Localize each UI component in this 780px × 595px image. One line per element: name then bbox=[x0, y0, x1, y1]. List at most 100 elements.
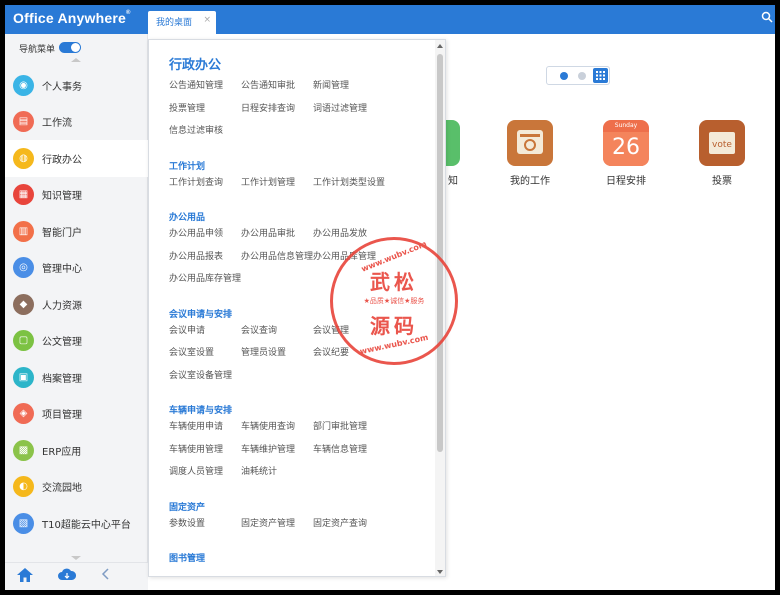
office-icon: ◍ bbox=[13, 147, 34, 169]
submenu-link[interactable]: 办公用品信息管理 bbox=[241, 249, 313, 272]
tab-label: 我的桌面 bbox=[156, 18, 193, 28]
search-icon[interactable] bbox=[761, 11, 773, 26]
home-icon[interactable] bbox=[17, 568, 33, 586]
sidebar-item-label: 公文管理 bbox=[42, 337, 82, 349]
sidebar-item[interactable]: ▢ 公文管理 bbox=[5, 323, 148, 360]
sidebar-item-label: 交流园地 bbox=[42, 483, 82, 495]
archive-icon: ▣ bbox=[13, 366, 34, 388]
submenu-link[interactable]: 工作计划类型设置 bbox=[313, 175, 413, 198]
submenu-link[interactable]: 日程安排查询 bbox=[241, 101, 313, 124]
submenu-link[interactable]: 信息过滤审核 bbox=[169, 123, 241, 146]
close-icon[interactable]: × bbox=[203, 15, 211, 25]
sidebar-item[interactable]: ▩ ERP应用 bbox=[5, 432, 148, 469]
submenu-link-group: 工作计划查询 工作计划管理 工作计划类型设置 bbox=[169, 175, 439, 198]
nav-toggle-label: 导航菜单 bbox=[19, 45, 56, 55]
desktop-app-vote[interactable]: vote 投票 bbox=[692, 120, 752, 187]
submenu-link[interactable]: 投票管理 bbox=[169, 101, 241, 124]
submenu-link[interactable]: 车辆维护管理 bbox=[241, 442, 313, 465]
person-icon: ◉ bbox=[13, 74, 34, 96]
tab-my-desktop[interactable]: 我的桌面 × bbox=[148, 11, 216, 34]
sidebar: 导航菜单 ◉ 个人事务 ▤ 工作流 ◍ 行政办公 ▦ 知识管理 ▥ 智能门户 ◎ 管理中心 ◆ 人力资源 ▢… bbox=[5, 34, 148, 590]
scroll-up-arrow-icon[interactable] bbox=[437, 44, 443, 48]
scroll-down-arrow-icon[interactable] bbox=[437, 570, 443, 574]
submenu-link[interactable]: 车辆使用申请 bbox=[169, 419, 241, 442]
desktop-app-schedule[interactable]: Sunday 26 日程安排 bbox=[596, 120, 656, 187]
my-work-icon bbox=[507, 120, 553, 166]
nav-toggle-switch[interactable] bbox=[59, 42, 81, 53]
app-label: 我的工作 bbox=[510, 176, 550, 187]
submenu-link[interactable]: 车辆使用查询 bbox=[241, 419, 313, 442]
submenu-link[interactable]: 公告通知管理 bbox=[169, 78, 241, 101]
app-label: 日程安排 bbox=[606, 176, 646, 187]
sidebar-item[interactable]: ▣ 档案管理 bbox=[5, 359, 148, 396]
sidebar-item[interactable]: ▦ 知识管理 bbox=[5, 177, 148, 214]
grid-view-icon[interactable] bbox=[593, 68, 608, 83]
sidebar-item-label: 知识管理 bbox=[42, 191, 82, 203]
scrollbar-thumb[interactable] bbox=[437, 54, 443, 452]
submenu-link[interactable]: 工作计划查询 bbox=[169, 175, 241, 198]
submenu-link[interactable]: 公告通知审批 bbox=[241, 78, 313, 101]
sidebar-item[interactable]: ▧ T10超能云中心平台 bbox=[5, 505, 148, 542]
app-label: 投票 bbox=[712, 176, 732, 187]
vote-icon: vote bbox=[699, 120, 745, 166]
submenu-link[interactable]: 词语过滤管理 bbox=[313, 101, 413, 124]
sidebar-item[interactable]: ◍ 行政办公 bbox=[5, 140, 148, 177]
submenu-link[interactable]: 固定资产查询 bbox=[313, 516, 413, 539]
project-icon: ◈ bbox=[13, 403, 34, 425]
submenu-link[interactable]: 参数设置 bbox=[169, 516, 241, 539]
top-bar: Office Anywhere® 我的桌面 × bbox=[5, 5, 775, 34]
submenu-link[interactable]: 办公用品报表 bbox=[169, 249, 241, 272]
submenu-link[interactable]: 会议室设备管理 bbox=[169, 368, 241, 391]
submenu-link[interactable]: 办公用品审批 bbox=[241, 226, 313, 249]
submenu-link[interactable]: 车辆信息管理 bbox=[313, 442, 413, 465]
submenu-link[interactable]: 工作计划管理 bbox=[241, 175, 313, 198]
hr-icon: ◆ bbox=[13, 293, 34, 315]
erp-icon: ▩ bbox=[13, 439, 34, 461]
sidebar-item[interactable]: ▤ 工作流 bbox=[5, 104, 148, 141]
app-logo: Office Anywhere® bbox=[13, 10, 131, 26]
sidebar-item[interactable]: ▥ 智能门户 bbox=[5, 213, 148, 250]
submenu-link[interactable]: 管理员设置 bbox=[241, 345, 313, 368]
sidebar-item[interactable]: ◆ 人力资源 bbox=[5, 286, 148, 323]
submenu-link-group: 参数设置 固定资产管理 固定资产查询 bbox=[169, 516, 439, 539]
sidebar-item[interactable]: ◈ 项目管理 bbox=[5, 396, 148, 433]
submenu-section-title: 车辆申请与安排 bbox=[169, 406, 233, 416]
submenu-link[interactable]: 会议室设置 bbox=[169, 345, 241, 368]
document-icon: ▢ bbox=[13, 330, 34, 352]
submenu-link[interactable]: 办公用品库存管理 bbox=[169, 271, 241, 294]
page-dot-1[interactable] bbox=[560, 72, 568, 80]
collapse-sidebar-icon[interactable] bbox=[101, 568, 109, 584]
page-dot-2[interactable] bbox=[578, 72, 586, 80]
portal-icon: ▥ bbox=[13, 220, 34, 242]
submenu-link[interactable]: 会议申请 bbox=[169, 323, 241, 346]
desktop-app-my-work[interactable]: 我的工作 bbox=[500, 120, 560, 187]
sidebar-item-label: T10超能云中心平台 bbox=[42, 519, 131, 531]
submenu-link[interactable]: 固定资产管理 bbox=[241, 516, 313, 539]
submenu-link[interactable]: 会议查询 bbox=[241, 323, 313, 346]
submenu-link-group: 公告通知管理 公告通知审批 新闻管理投票管理 日程安排查询 词语过滤管理信息过滤审核 bbox=[169, 78, 439, 146]
submenu-link[interactable]: 车辆使用管理 bbox=[169, 442, 241, 465]
sidebar-item[interactable]: ◉ 个人事务 bbox=[5, 67, 148, 104]
submenu-link[interactable]: 油耗统计 bbox=[241, 464, 313, 487]
chevron-up-icon[interactable] bbox=[71, 58, 81, 62]
sidebar-item-label: 项目管理 bbox=[42, 410, 82, 422]
sidebar-footer bbox=[5, 562, 148, 590]
sidebar-menu: ◉ 个人事务 ▤ 工作流 ◍ 行政办公 ▦ 知识管理 ▥ 智能门户 ◎ 管理中心 ◆ 人力资源 ▢ 公文管理 ▣… bbox=[5, 67, 148, 542]
submenu-link[interactable]: 调度人员管理 bbox=[169, 464, 241, 487]
cloud-icon[interactable] bbox=[58, 568, 77, 584]
sidebar-item-label: ERP应用 bbox=[42, 446, 82, 458]
sidebar-item[interactable]: ◐ 交流园地 bbox=[5, 469, 148, 506]
submenu-section-title: 办公用品 bbox=[169, 213, 206, 223]
submenu-link[interactable]: 办公用品申领 bbox=[169, 226, 241, 249]
submenu-link[interactable]: 部门审批管理 bbox=[313, 419, 413, 442]
knowledge-icon: ▦ bbox=[13, 184, 34, 206]
submenu-link[interactable]: 新闻管理 bbox=[313, 78, 413, 101]
submenu-link-group: 车辆使用申请 车辆使用查询 部门审批管理车辆使用管理 车辆维护管理 车辆信息管理调度人员… bbox=[169, 419, 439, 487]
submenu-section-title: 图书管理 bbox=[169, 554, 206, 564]
sidebar-item-label: 工作流 bbox=[42, 118, 72, 130]
sidebar-item[interactable]: ◎ 管理中心 bbox=[5, 250, 148, 287]
watermark-stamp: www.wubv.com 武松 ★品质★诚信★服务 源码 www.wubv.co… bbox=[330, 237, 458, 365]
forum-icon: ◐ bbox=[13, 476, 34, 498]
chevron-down-icon[interactable] bbox=[71, 556, 81, 560]
calendar-icon: Sunday 26 bbox=[603, 120, 649, 166]
